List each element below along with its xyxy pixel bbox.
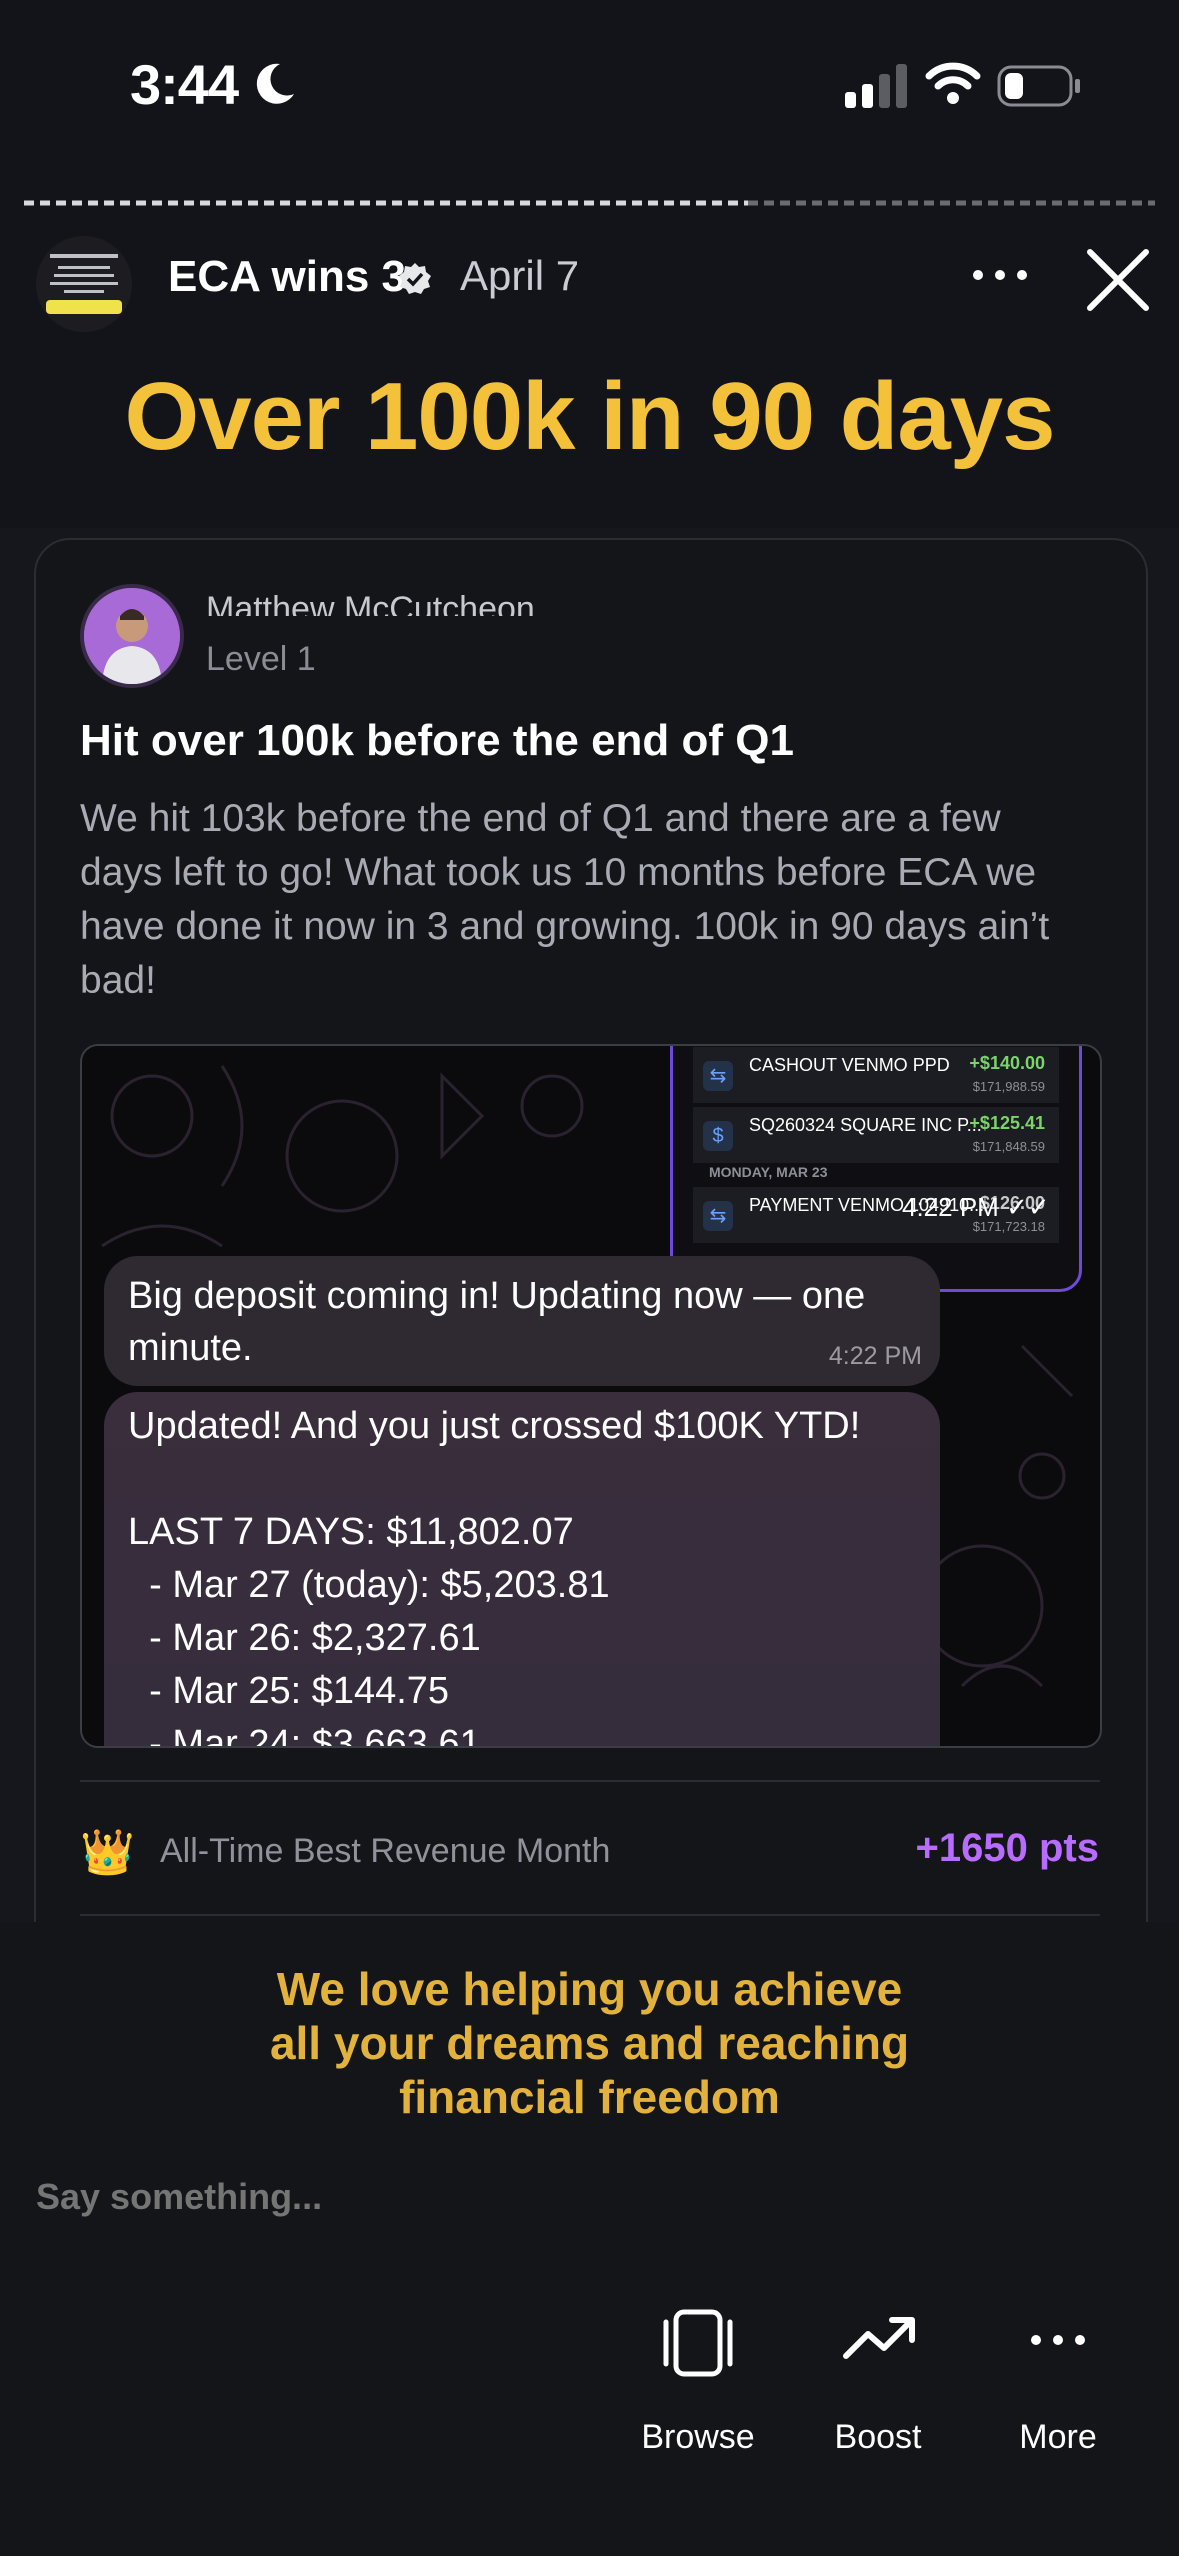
bank-row-balance: $171,988.59 xyxy=(972,1079,1045,1094)
chat-bubble-text: Big deposit coming in! Updating now — on… xyxy=(128,1275,866,1369)
boost-label: Boost xyxy=(834,2418,922,2456)
more-button[interactable]: More xyxy=(968,2300,1148,2456)
chat-bubble: Big deposit coming in! Updating now — on… xyxy=(104,1256,940,1386)
chat-bubble-time: 4:22 PM xyxy=(828,1342,922,1370)
reward-label: All-Time Best Revenue Month xyxy=(160,1832,611,1870)
story-progress-bar xyxy=(24,200,1155,206)
verified-badge-icon xyxy=(398,262,432,301)
trending-icon xyxy=(843,2317,915,2359)
caption-line: financial freedom xyxy=(399,2071,780,2123)
browse-label: Browse xyxy=(641,2418,755,2456)
reward-points: +1650 pts xyxy=(915,1826,1099,1870)
divider xyxy=(80,1914,1100,1916)
author-name[interactable]: Matthew McCutcheon xyxy=(206,590,535,616)
chat-bubble: Updated! And you just crossed $100K YTD!… xyxy=(104,1392,940,1748)
bank-row: $ SQ260324 SQUARE INC P... +$125.41 $171… xyxy=(693,1107,1059,1163)
dollar-icon: $ xyxy=(703,1121,733,1151)
bank-row-name: SQ260324 SQUARE INC P... xyxy=(749,1115,982,1135)
post-image[interactable]: ⇆ CASHOUT VENMO PPD +$140.00 $171,988.59… xyxy=(80,1044,1102,1748)
bank-row-amount: +$140.00 xyxy=(969,1053,1045,1073)
chat-bubble-text: Updated! And you just crossed $100K YTD!… xyxy=(128,1405,861,1748)
browse-button[interactable]: Browse xyxy=(608,2300,788,2456)
caption-line: all your dreams and reaching xyxy=(269,2017,910,2069)
message-time: 4:22 PM ✓✓ xyxy=(902,1192,1050,1223)
wifi-icon xyxy=(925,60,981,111)
story-options-icon[interactable] xyxy=(972,268,1028,286)
bank-statement-card: ⇆ CASHOUT VENMO PPD +$140.00 $171,988.59… xyxy=(670,1046,1082,1292)
bank-row: ⇆ CASHOUT VENMO PPD +$140.00 $171,988.59 xyxy=(693,1047,1059,1103)
double-check-icon: ✓✓ xyxy=(1006,1192,1050,1222)
signal-icon xyxy=(845,64,909,113)
transfer-icon: ⇆ xyxy=(703,1201,733,1231)
comment-input[interactable] xyxy=(36,2176,636,2218)
crown-icon: 👑 xyxy=(80,1828,135,1877)
moon-icon xyxy=(250,60,298,113)
bank-row-name: CASHOUT VENMO PPD xyxy=(749,1055,950,1075)
story-title[interactable]: ECA wins 3 xyxy=(168,252,406,302)
post-body: We hit 103k before the end of Q1 and the… xyxy=(80,797,1050,1002)
message-time-text: 4:22 PM xyxy=(902,1192,999,1222)
bank-row-balance: $171,848.59 xyxy=(972,1139,1045,1154)
close-icon[interactable] xyxy=(1086,248,1150,317)
story-caption: We love helping you achieve all your dre… xyxy=(0,1962,1179,2124)
more-label: More xyxy=(1019,2418,1097,2456)
author-level: Level 1 xyxy=(206,640,316,678)
caption-line: We love helping you achieve xyxy=(276,1963,903,2015)
divider xyxy=(80,1780,1100,1782)
more-icon xyxy=(1031,2335,1085,2345)
story-headline: Over 100k in 90 days xyxy=(124,363,1056,470)
browse-icon xyxy=(663,2309,733,2377)
status-time: 3:44 xyxy=(130,53,239,116)
post-title: Hit over 100k before the end of Q1 xyxy=(80,716,794,765)
battery-icon xyxy=(997,65,1081,112)
bank-date: MONDAY, MAR 23 xyxy=(709,1164,828,1180)
bank-row-amount: +$125.41 xyxy=(969,1113,1045,1133)
transfer-icon: ⇆ xyxy=(703,1061,733,1091)
boost-button[interactable]: Boost xyxy=(788,2300,968,2456)
story-avatar[interactable] xyxy=(36,236,132,332)
author-avatar[interactable] xyxy=(80,584,184,688)
story-date: April 7 xyxy=(460,252,580,299)
